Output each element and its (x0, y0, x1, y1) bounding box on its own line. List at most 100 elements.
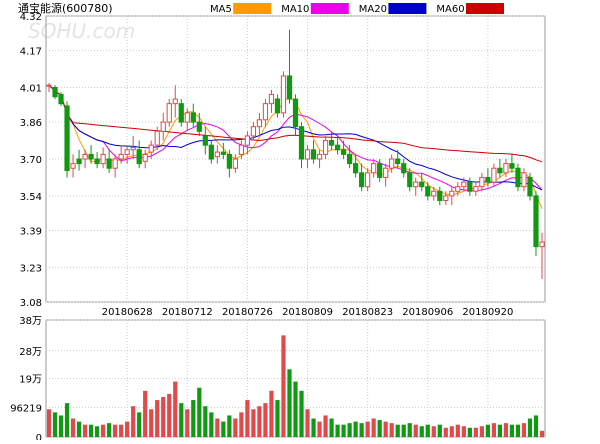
candle (268, 89, 275, 113)
candle (70, 154, 76, 178)
candle-body (124, 149, 130, 155)
volume-bar (287, 369, 292, 437)
candle-body (334, 144, 341, 151)
volume-bar (293, 381, 298, 437)
candle-body (359, 172, 365, 188)
candle-body (106, 158, 112, 169)
candle-body (184, 112, 190, 123)
volume-bar (203, 406, 208, 437)
candle-body (395, 158, 401, 165)
candle-body (136, 149, 142, 165)
candle-body (485, 176, 491, 183)
candle (280, 71, 287, 118)
candle-body (497, 167, 503, 174)
candle (172, 85, 178, 118)
volume-bar (341, 424, 346, 437)
candle-body (322, 140, 329, 155)
volume-bar (94, 426, 100, 437)
date-tick-label: 20180809 (282, 307, 333, 318)
price-tick-label: 3.54 (20, 192, 42, 203)
price-tick-label: 3.23 (20, 263, 42, 274)
candle-body (521, 172, 527, 188)
stock-chart-widget: 通宝能源(600780) SOHU.com MA5 MA10 MA20 MA60 4.… (0, 0, 600, 444)
volume-bar (233, 418, 238, 437)
volume-bar (491, 423, 497, 437)
candle (395, 149, 401, 169)
legend-swatch (388, 3, 427, 14)
candle-body (232, 158, 238, 169)
candles (46, 29, 545, 279)
volume-axis: 38万 28万 19万 96219 0 (10, 316, 42, 444)
volume-bar (52, 412, 58, 437)
candle-body (316, 153, 323, 160)
date-tick-label: 20180712 (162, 307, 213, 318)
volume-bar (377, 420, 382, 437)
candle-body (515, 167, 521, 188)
volume-bar (107, 423, 112, 437)
candle (298, 122, 305, 169)
candle-body (383, 167, 389, 178)
candle (340, 140, 347, 159)
candle (124, 145, 130, 164)
candle-body (172, 98, 178, 105)
legend-label: MA60 (436, 4, 464, 15)
volume-bar (119, 424, 124, 437)
candle-body (425, 186, 431, 197)
candle-body (274, 98, 281, 114)
candle-body (82, 153, 88, 160)
volume-bar (443, 427, 448, 437)
candle-body (148, 144, 154, 153)
legend-label: MA20 (359, 4, 387, 15)
candle-body (112, 158, 118, 169)
volume-bar (533, 415, 539, 437)
candle (64, 101, 70, 178)
candle-body (142, 153, 148, 162)
volume-bar (389, 423, 394, 437)
candle-body (353, 163, 359, 174)
date-tick-label: 20180628 (102, 307, 153, 318)
candle-body (100, 153, 106, 165)
volume-bar (455, 424, 460, 437)
candle-body (58, 93, 64, 105)
candle (316, 149, 323, 169)
candle-body (46, 84, 52, 87)
candle-body (238, 144, 244, 155)
volume-bar (215, 418, 220, 437)
candle (190, 103, 196, 127)
candle-body (280, 75, 287, 114)
volume-bar (275, 400, 280, 437)
candle-body (431, 190, 437, 197)
candle-body (449, 190, 455, 197)
candle-body (509, 163, 515, 169)
candle (166, 99, 172, 127)
candle-body (244, 135, 251, 146)
volume-bar (473, 427, 478, 437)
volume-bar (305, 409, 310, 437)
volume-bar (515, 424, 521, 437)
volume-bar (167, 393, 172, 437)
candle (262, 99, 269, 127)
volume-bar (281, 335, 286, 437)
candle-body (539, 241, 545, 248)
volume-bar (155, 400, 160, 437)
candle (100, 147, 106, 169)
candle-body (365, 172, 371, 188)
volume-tick-label: 0 (36, 433, 42, 440)
candle-body (491, 167, 497, 183)
candle (437, 186, 443, 206)
volume-bar (497, 424, 503, 437)
candle (142, 149, 148, 169)
candle-body (76, 158, 82, 165)
candle-body (401, 163, 407, 174)
candle-body (304, 149, 311, 160)
candle (322, 135, 329, 159)
volume-bar (425, 424, 430, 437)
volume-bar (209, 412, 214, 437)
candle-body (328, 140, 335, 146)
volume-bar (401, 424, 406, 437)
volume-tick-label: 19万 (19, 375, 42, 386)
volume-bar (70, 418, 76, 437)
volume-bar (383, 421, 388, 437)
volume-bar (353, 421, 358, 437)
candle (274, 94, 281, 118)
